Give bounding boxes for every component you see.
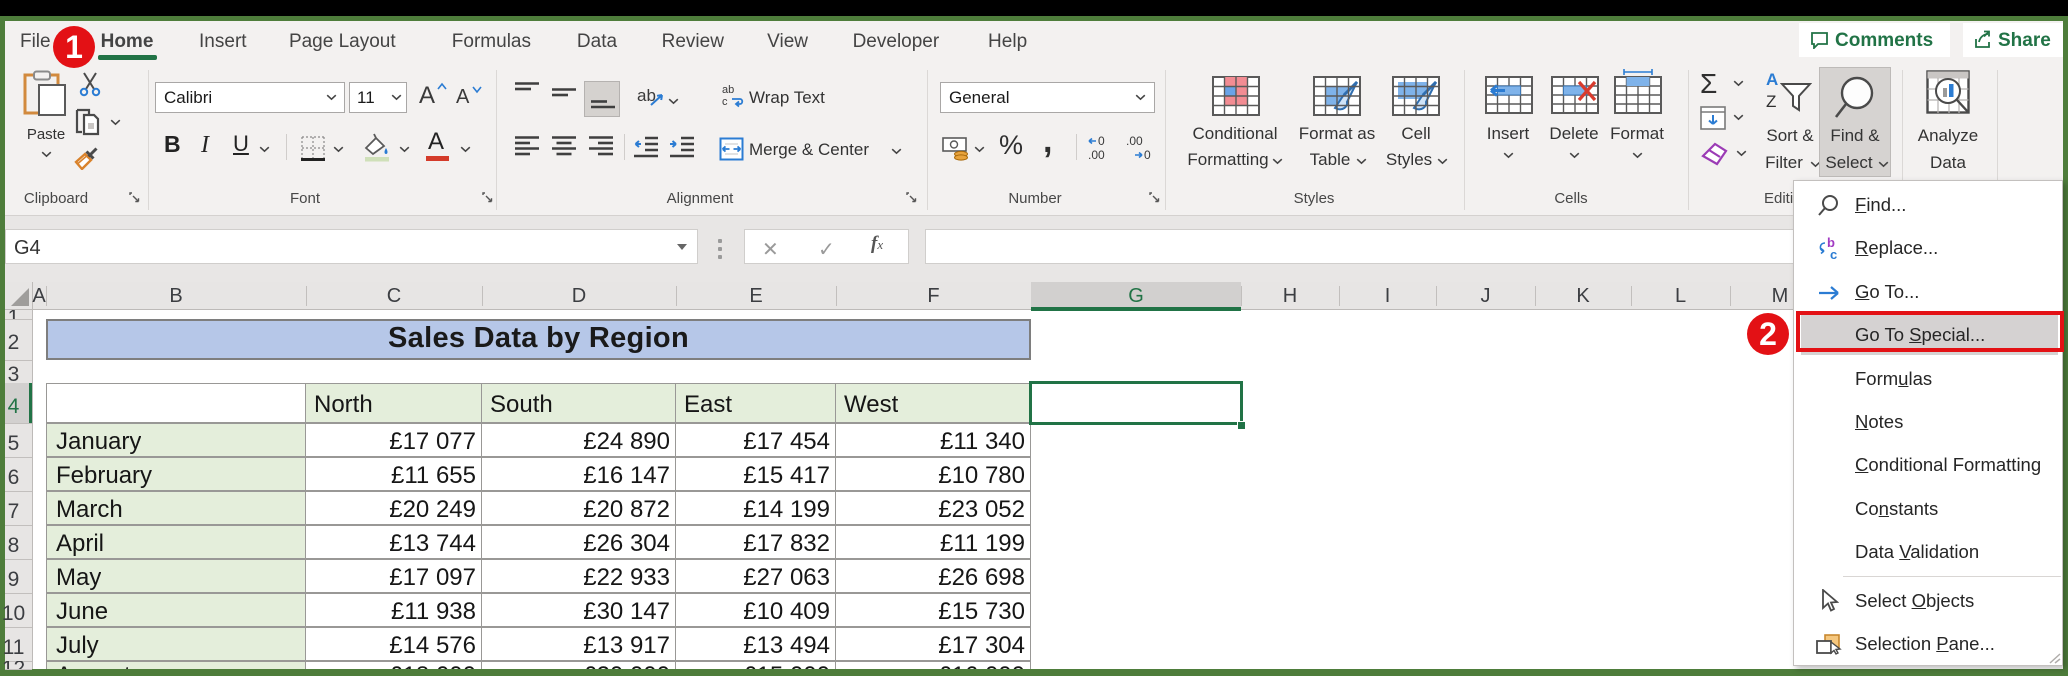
- svg-text:.00: .00: [1088, 148, 1105, 162]
- svg-text:c: c: [1830, 247, 1837, 261]
- svg-text:ab: ab: [722, 84, 734, 96]
- svg-text:0: 0: [1144, 148, 1151, 162]
- svg-text:.00: .00: [1126, 134, 1143, 148]
- svg-text:c: c: [722, 96, 728, 108]
- svg-text:0: 0: [1098, 134, 1105, 148]
